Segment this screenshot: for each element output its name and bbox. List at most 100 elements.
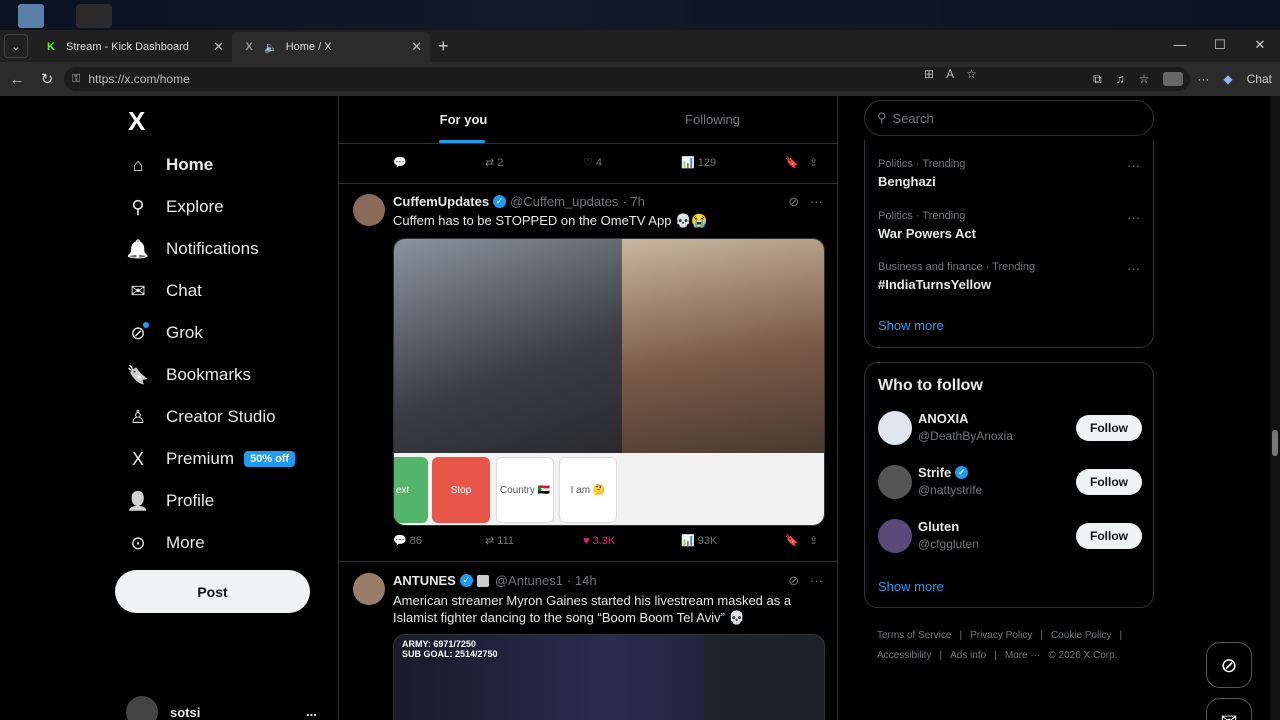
- tweet[interactable]: CuffemUpdates ✓ @Cuffem_updates · 7h ⊘ ·…: [339, 184, 837, 562]
- follow-button[interactable]: Follow: [1076, 523, 1142, 549]
- more-dots-icon[interactable]: ···: [810, 573, 823, 588]
- favorites-icon[interactable]: ☆: [1139, 72, 1150, 86]
- tweet-media[interactable]: ARMY: 6971/7250 SUB GOAL: 2514/2750: [393, 634, 825, 720]
- speaker-icon[interactable]: 🔈: [264, 41, 278, 54]
- grok-icon[interactable]: ⊘: [788, 194, 799, 209]
- avatar[interactable]: [878, 465, 912, 499]
- close-icon[interactable]: ✕: [411, 39, 422, 55]
- author-name[interactable]: CuffemUpdates: [393, 194, 489, 209]
- footer-link[interactable]: More ···: [1005, 650, 1041, 661]
- more-dots-icon[interactable]: ···: [810, 194, 823, 209]
- trend-item[interactable]: Business and finance · Trending #IndiaTu…: [878, 261, 1140, 292]
- avatar[interactable]: [878, 519, 912, 553]
- sidebar-item-bookmarks[interactable]: 🔖 Bookmarks: [114, 354, 295, 396]
- maximize-icon[interactable]: ☐: [1200, 30, 1240, 60]
- grok-icon[interactable]: ⊘: [788, 573, 799, 588]
- messages-fab-icon[interactable]: ✉: [1206, 698, 1252, 720]
- close-icon[interactable]: ✕: [213, 39, 224, 55]
- like-button[interactable]: ♥ 3.3K: [583, 535, 681, 547]
- footer-link[interactable]: Accessibility: [877, 650, 931, 661]
- share-icon[interactable]: ⇪: [809, 156, 818, 169]
- tab-home-x[interactable]: X 🔈 Home / X ✕: [232, 32, 430, 62]
- bookmark-icon[interactable]: 🔖: [785, 156, 809, 169]
- footer-link[interactable]: Privacy Policy: [970, 630, 1032, 641]
- share-icon[interactable]: ⇪: [809, 534, 818, 547]
- music-icon[interactable]: ♫: [1116, 72, 1125, 86]
- new-tab-plus-icon[interactable]: +: [438, 36, 449, 57]
- sidebar-item-notifications[interactable]: 🔔 Notifications: [114, 228, 295, 270]
- tab-kick-dashboard[interactable]: K Stream - Kick Dashboard ✕: [34, 32, 232, 62]
- tab-actions-chevron-icon[interactable]: ⌄: [4, 34, 28, 58]
- follow-button[interactable]: Follow: [1076, 415, 1142, 441]
- favorite-star-icon[interactable]: ☆: [966, 67, 977, 81]
- sidebar-item-more[interactable]: ⊙ More: [114, 522, 295, 564]
- more-dots-icon[interactable]: ···: [1197, 72, 1209, 86]
- sidebar-item-profile[interactable]: 👤 Profile: [114, 480, 295, 522]
- bookmark-icon[interactable]: 🔖: [785, 534, 809, 547]
- grok-fab-icon[interactable]: ⊘: [1206, 642, 1252, 688]
- follow-name[interactable]: ANOXIA: [918, 411, 969, 426]
- views-button[interactable]: 📊 93K: [681, 534, 785, 548]
- back-arrow-icon[interactable]: ←: [2, 71, 32, 88]
- post-button[interactable]: Post: [115, 570, 310, 613]
- arc-raiders-icon[interactable]: [76, 4, 112, 28]
- tweet-time[interactable]: · 14h: [567, 573, 597, 588]
- trend-item[interactable]: Politics · Trending Benghazi ···: [878, 158, 1140, 189]
- scrollbar-thumb[interactable]: [1272, 430, 1278, 456]
- footer-link[interactable]: Cookie Policy: [1051, 630, 1112, 641]
- more-dots-icon[interactable]: ···: [1127, 158, 1140, 173]
- tweet[interactable]: ANTUNES ✓ @Antunes1 · 14h ⊘ ··· American…: [339, 563, 837, 720]
- account-switcher[interactable]: sotsi ...: [126, 696, 317, 720]
- tweet-media[interactable]: ext Stop Country 🇸🇩 I am 🤔: [393, 238, 825, 526]
- more-dots-icon[interactable]: ···: [1127, 210, 1140, 225]
- x-logo-icon[interactable]: X: [128, 106, 145, 137]
- show-more-link[interactable]: Show more: [878, 318, 944, 333]
- author-handle[interactable]: @Cuffem_updates: [510, 194, 618, 209]
- account-more-icon[interactable]: ...: [306, 704, 317, 719]
- sidebar-item-premium[interactable]: X Premium 50% off: [114, 438, 296, 480]
- follow-name-row[interactable]: Strife ✓: [918, 465, 969, 480]
- read-aloud-icon[interactable]: A: [946, 67, 954, 81]
- profile-avatar-icon[interactable]: [1163, 72, 1184, 86]
- sidebar-item-home[interactable]: ⌂ Home: [114, 144, 295, 186]
- like-button[interactable]: ♡ 4: [583, 156, 681, 170]
- tab-for-you[interactable]: For you: [339, 96, 588, 143]
- sidebar-item-grok[interactable]: ⊘ Grok: [114, 312, 295, 354]
- views-button[interactable]: 📊 129: [681, 156, 785, 170]
- footer-link[interactable]: Terms of Service: [877, 630, 951, 641]
- follow-button[interactable]: Follow: [1076, 469, 1142, 495]
- sidebar-item-creator-studio[interactable]: ♙ Creator Studio: [114, 396, 295, 438]
- recycle-bin-icon[interactable]: [18, 4, 44, 28]
- search-input[interactable]: ⚲ Search: [864, 100, 1154, 136]
- apps-icon[interactable]: ⊞: [924, 67, 934, 81]
- repost-button[interactable]: ⇄ 2: [485, 156, 583, 170]
- refresh-icon[interactable]: ↻: [32, 70, 62, 88]
- site-info-icon[interactable]: ⚿: [72, 73, 80, 86]
- follow-name[interactable]: Gluten: [918, 519, 959, 534]
- footer-link[interactable]: Ads info: [950, 650, 986, 661]
- trend-item[interactable]: Politics · Trending War Powers Act ···: [878, 210, 1140, 241]
- author-name[interactable]: ANTUNES: [393, 573, 456, 588]
- chat-label[interactable]: Chat: [1247, 72, 1272, 86]
- url-field[interactable]: ⚿ https://x.com/home ⊞ A ☆: [64, 67, 1190, 91]
- reply-button[interactable]: 💬 86: [393, 534, 485, 548]
- copilot-icon[interactable]: ◆: [1223, 72, 1232, 86]
- follow-suggestion[interactable]: ANOXIA @DeathByAnoxia Follow: [878, 409, 1142, 449]
- page-scrollbar[interactable]: [1270, 96, 1280, 720]
- reply-button[interactable]: 💬: [393, 156, 485, 169]
- avatar[interactable]: [353, 573, 385, 605]
- more-dots-icon[interactable]: ···: [1127, 261, 1140, 276]
- tab-following[interactable]: Following: [588, 96, 837, 143]
- extensions-icon[interactable]: ⧉: [1093, 72, 1102, 87]
- follow-suggestion[interactable]: Gluten @cfggluten Follow: [878, 517, 1142, 557]
- minimize-icon[interactable]: —: [1160, 30, 1200, 60]
- window-close-icon[interactable]: ✕: [1240, 30, 1280, 60]
- tweet-time[interactable]: · 7h: [622, 194, 644, 209]
- author-handle[interactable]: @Antunes1: [495, 573, 563, 588]
- follow-suggestion[interactable]: Strife ✓ @nattystrife Follow: [878, 463, 1142, 503]
- avatar[interactable]: [878, 411, 912, 445]
- sidebar-item-explore[interactable]: ⚲ Explore: [114, 186, 295, 228]
- repost-button[interactable]: ⇄ 111: [485, 534, 583, 548]
- sidebar-item-chat[interactable]: ✉ Chat: [114, 270, 295, 312]
- show-more-link[interactable]: Show more: [878, 579, 944, 594]
